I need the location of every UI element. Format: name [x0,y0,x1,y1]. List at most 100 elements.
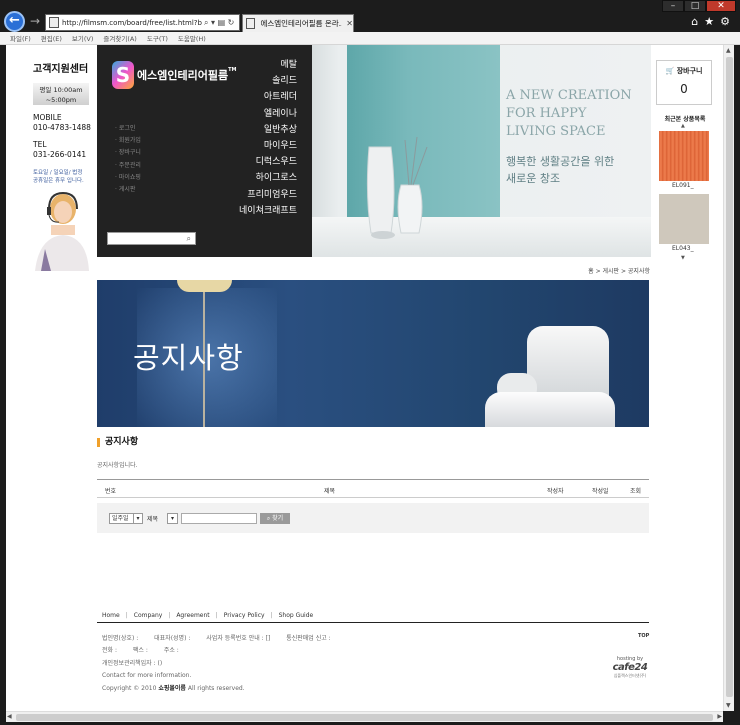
favorites-star-icon[interactable]: ★ [704,15,714,28]
footer-link-shop-guide[interactable]: Shop Guide [279,612,314,619]
recent-product-thumb[interactable] [659,194,709,244]
hosting-badge[interactable]: hosting by cafe24 심플렉스인터넷(주) [610,656,650,679]
period-select-value: 일주일 [112,515,129,522]
hero-headline: A NEW CREATION FOR HAPPY LIVING SPACE [506,87,632,141]
hero-line3: LIVING SPACE [506,124,606,139]
field-select[interactable]: ▾ [167,513,178,524]
business-number[interactable]: 사업자 등록번호 안내 : [] [206,635,270,642]
category-premium-wood[interactable]: 프리미엄우드 [239,187,297,203]
customer-center: 고객지원센터 평일 10:00am ~5:00pm MOBILE 010-478… [33,60,93,271]
notice-banner: 공지사항 [97,280,649,427]
link-orders[interactable]: 주문관리 [115,160,141,172]
window-frame-left [0,45,6,715]
browser-titlebar: – □ ✕ ← → http://filmsm.com/board/free/l… [0,0,740,32]
recent-scroll-up-icon[interactable]: ▲ [681,123,685,129]
mobile-number: 010-4783-1488 [33,123,91,132]
board-table-header: 번호 제목 작성자 작성일 조회 [97,479,649,498]
recent-product-thumb[interactable] [659,131,709,181]
horizontal-scrollbar[interactable]: ◀ ▶ [6,711,723,722]
tab-title: 에스엠인테리어필름 온라... [260,19,343,28]
category-nature-craft[interactable]: 네이쳐크래프트 [239,203,297,219]
horizontal-scroll-thumb[interactable] [16,714,713,721]
footer-link-agreement[interactable]: Agreement [176,612,209,619]
copyright-prefix: Copyright © 2010 [102,684,157,692]
hours-line2: ~5:00pm [45,96,77,104]
scroll-right-icon[interactable]: ▶ [717,713,722,720]
logo-name: 에스엠인테리어필름 [137,69,229,82]
tab-close-icon[interactable]: ✕ [346,19,353,28]
menu-view[interactable]: 보기(V) [72,33,93,43]
col-date: 작성일 [592,488,609,495]
board-description: 공지사항입니다. [97,462,138,469]
product-search-input[interactable]: ⌕ [107,232,196,245]
keyword-input[interactable] [181,513,257,524]
page-icon [49,17,59,28]
link-my-shopping[interactable]: 마이쇼핑 [115,172,141,184]
menu-tools[interactable]: 도구(T) [147,33,168,43]
category-deluxe-wood[interactable]: 디럭스우드 [239,154,297,170]
period-select[interactable]: 일주일 ▾ [109,513,143,524]
link-cart[interactable]: 장바구니 [115,147,141,159]
vase-illustration [366,136,428,239]
link-login[interactable]: 로그인 [115,123,141,135]
site-logo[interactable]: S 에스엠인테리어필름TM [112,61,236,89]
category-my-wood[interactable]: 마이우드 [239,138,297,154]
contact-link[interactable]: Contact for more information. [102,670,331,682]
menu-edit[interactable]: 편집(E) [41,33,62,43]
address-bar[interactable]: http://filmsm.com/board/free/list.html?b… [45,14,240,31]
cart-label-text: 장바구니 [676,67,703,75]
category-solid[interactable]: 솔리드 [239,73,297,89]
category-art-leather[interactable]: 아트레더 [239,89,297,105]
holiday-note-line1: 토요일 / 일요일/ 법정 [33,170,83,176]
link-join[interactable]: 회원가입 [115,135,141,147]
privacy-officer: 개인정보관리책임자 : () [102,659,163,667]
chevron-down-icon: ▾ [170,515,174,522]
hero-sub2: 새로운 창조 [506,172,561,185]
forward-arrow-icon[interactable]: → [30,14,40,28]
scroll-left-icon[interactable]: ◀ [7,713,12,720]
recent-product-name[interactable]: EL091_ [672,182,694,189]
menu-favorites[interactable]: 즐겨찾기(A) [103,33,136,43]
footer-link-company[interactable]: Company [134,612,163,619]
footer-nav: Home | Company | Agreement | Privacy Policy… [97,609,649,623]
cart-count: 0 [680,82,688,96]
holiday-note-line2: 공휴일은 휴무 입니다. [33,178,84,184]
category-metal[interactable]: 메탈 [239,57,297,73]
board-search: 일주일 ▾ 제목 ▾ ⌕ 찾기 [97,503,649,533]
link-board[interactable]: 게시판 [115,184,141,196]
home-icon[interactable]: ⌂ [691,15,698,28]
scroll-down-icon[interactable]: ▼ [726,702,731,709]
cart-box[interactable]: 🛒 장바구니 0 [656,60,712,105]
footer-link-home[interactable]: Home [102,612,120,619]
chair-seat [485,392,615,427]
find-button[interactable]: ⌕ 찾기 [260,513,290,524]
vertical-scrollbar[interactable]: ▲ ▼ [723,45,734,711]
recent-product-name[interactable]: EL043_ [672,245,694,252]
footer-fax: 팩스 : [132,647,148,655]
category-elena[interactable]: 엘레이나 [239,106,297,122]
category-abstract[interactable]: 일반추상 [239,122,297,138]
back-to-top-link[interactable]: TOP [638,633,649,639]
footer-link-privacy[interactable]: Privacy Policy [224,612,265,619]
settings-gear-icon[interactable]: ⚙ [720,15,730,28]
vertical-scroll-thumb[interactable] [726,57,733,697]
recent-scroll-down-icon[interactable]: ▼ [681,255,685,261]
mobile-label: MOBILE [33,113,62,122]
menu-help[interactable]: 도움말(H) [178,33,206,43]
browser-tab[interactable]: 에스엠인테리어필름 온라... ✕ [242,14,354,32]
address-tools-icon[interactable]: ⌕ ▾ ▤ ↻ [204,18,234,28]
menu-file[interactable]: 파일(F) [10,33,31,43]
minimize-icon[interactable]: – [662,0,684,12]
window-controls: – □ ✕ [662,0,736,12]
scroll-up-icon[interactable]: ▲ [726,47,731,54]
header-navigation: S 에스엠인테리어필름TM 메탈 솔리드 아트레더 엘레이나 일반추상 마이우드… [97,45,312,257]
search-icon[interactable]: ⌕ [187,234,191,244]
category-high-gloss[interactable]: 하이그로스 [239,170,297,186]
holiday-note: 토요일 / 일요일/ 법정 공휴일은 휴무 입니다. [33,169,93,185]
footer-phone: 전화 : [102,647,117,655]
address-text[interactable]: http://filmsm.com/board/free/list.html?b… [62,19,202,27]
close-icon[interactable]: ✕ [706,0,736,12]
maximize-icon[interactable]: □ [684,0,706,12]
hero-line1: A NEW CREATION [506,88,632,103]
back-arrow-icon[interactable]: ← [4,11,25,32]
